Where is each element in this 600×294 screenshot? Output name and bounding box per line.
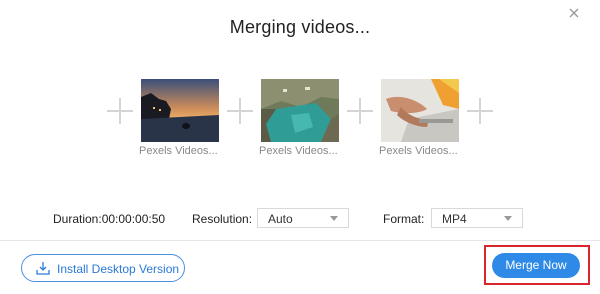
clip-thumbnail bbox=[141, 79, 219, 142]
merge-now-button[interactable]: Merge Now bbox=[492, 253, 580, 278]
format-label: Format: bbox=[383, 212, 425, 226]
download-icon bbox=[35, 260, 51, 276]
clip-strip: Pexels Videos... Pexels Videos... Pexels… bbox=[0, 0, 600, 170]
clip-name: Pexels Videos... bbox=[139, 145, 218, 157]
add-clip-plus-icon[interactable] bbox=[227, 98, 253, 124]
chevron-down-icon bbox=[330, 216, 338, 221]
duration-label: Duration:00:00:00:50 bbox=[53, 212, 166, 226]
resolution-select[interactable]: Auto bbox=[257, 208, 349, 228]
format-value: MP4 bbox=[442, 212, 467, 226]
resolution-label: Resolution: bbox=[192, 212, 253, 226]
merge-dialog: Merging videos... Pexels Videos... Pexel… bbox=[0, 0, 600, 294]
clip-thumbnail bbox=[261, 79, 339, 142]
add-clip-plus-icon[interactable] bbox=[467, 98, 493, 124]
clip-thumbnail bbox=[381, 79, 459, 142]
resolution-value: Auto bbox=[268, 212, 293, 226]
clip-name: Pexels Videos... bbox=[379, 145, 458, 157]
install-desktop-button[interactable]: Install Desktop Version bbox=[21, 254, 185, 282]
chevron-down-icon bbox=[504, 216, 512, 221]
format-select[interactable]: MP4 bbox=[431, 208, 523, 228]
footer-divider bbox=[0, 240, 600, 241]
add-clip-plus-icon[interactable] bbox=[347, 98, 373, 124]
clip-name: Pexels Videos... bbox=[259, 145, 338, 157]
install-desktop-label: Install Desktop Version bbox=[57, 262, 180, 276]
add-clip-plus-icon[interactable] bbox=[107, 98, 133, 124]
